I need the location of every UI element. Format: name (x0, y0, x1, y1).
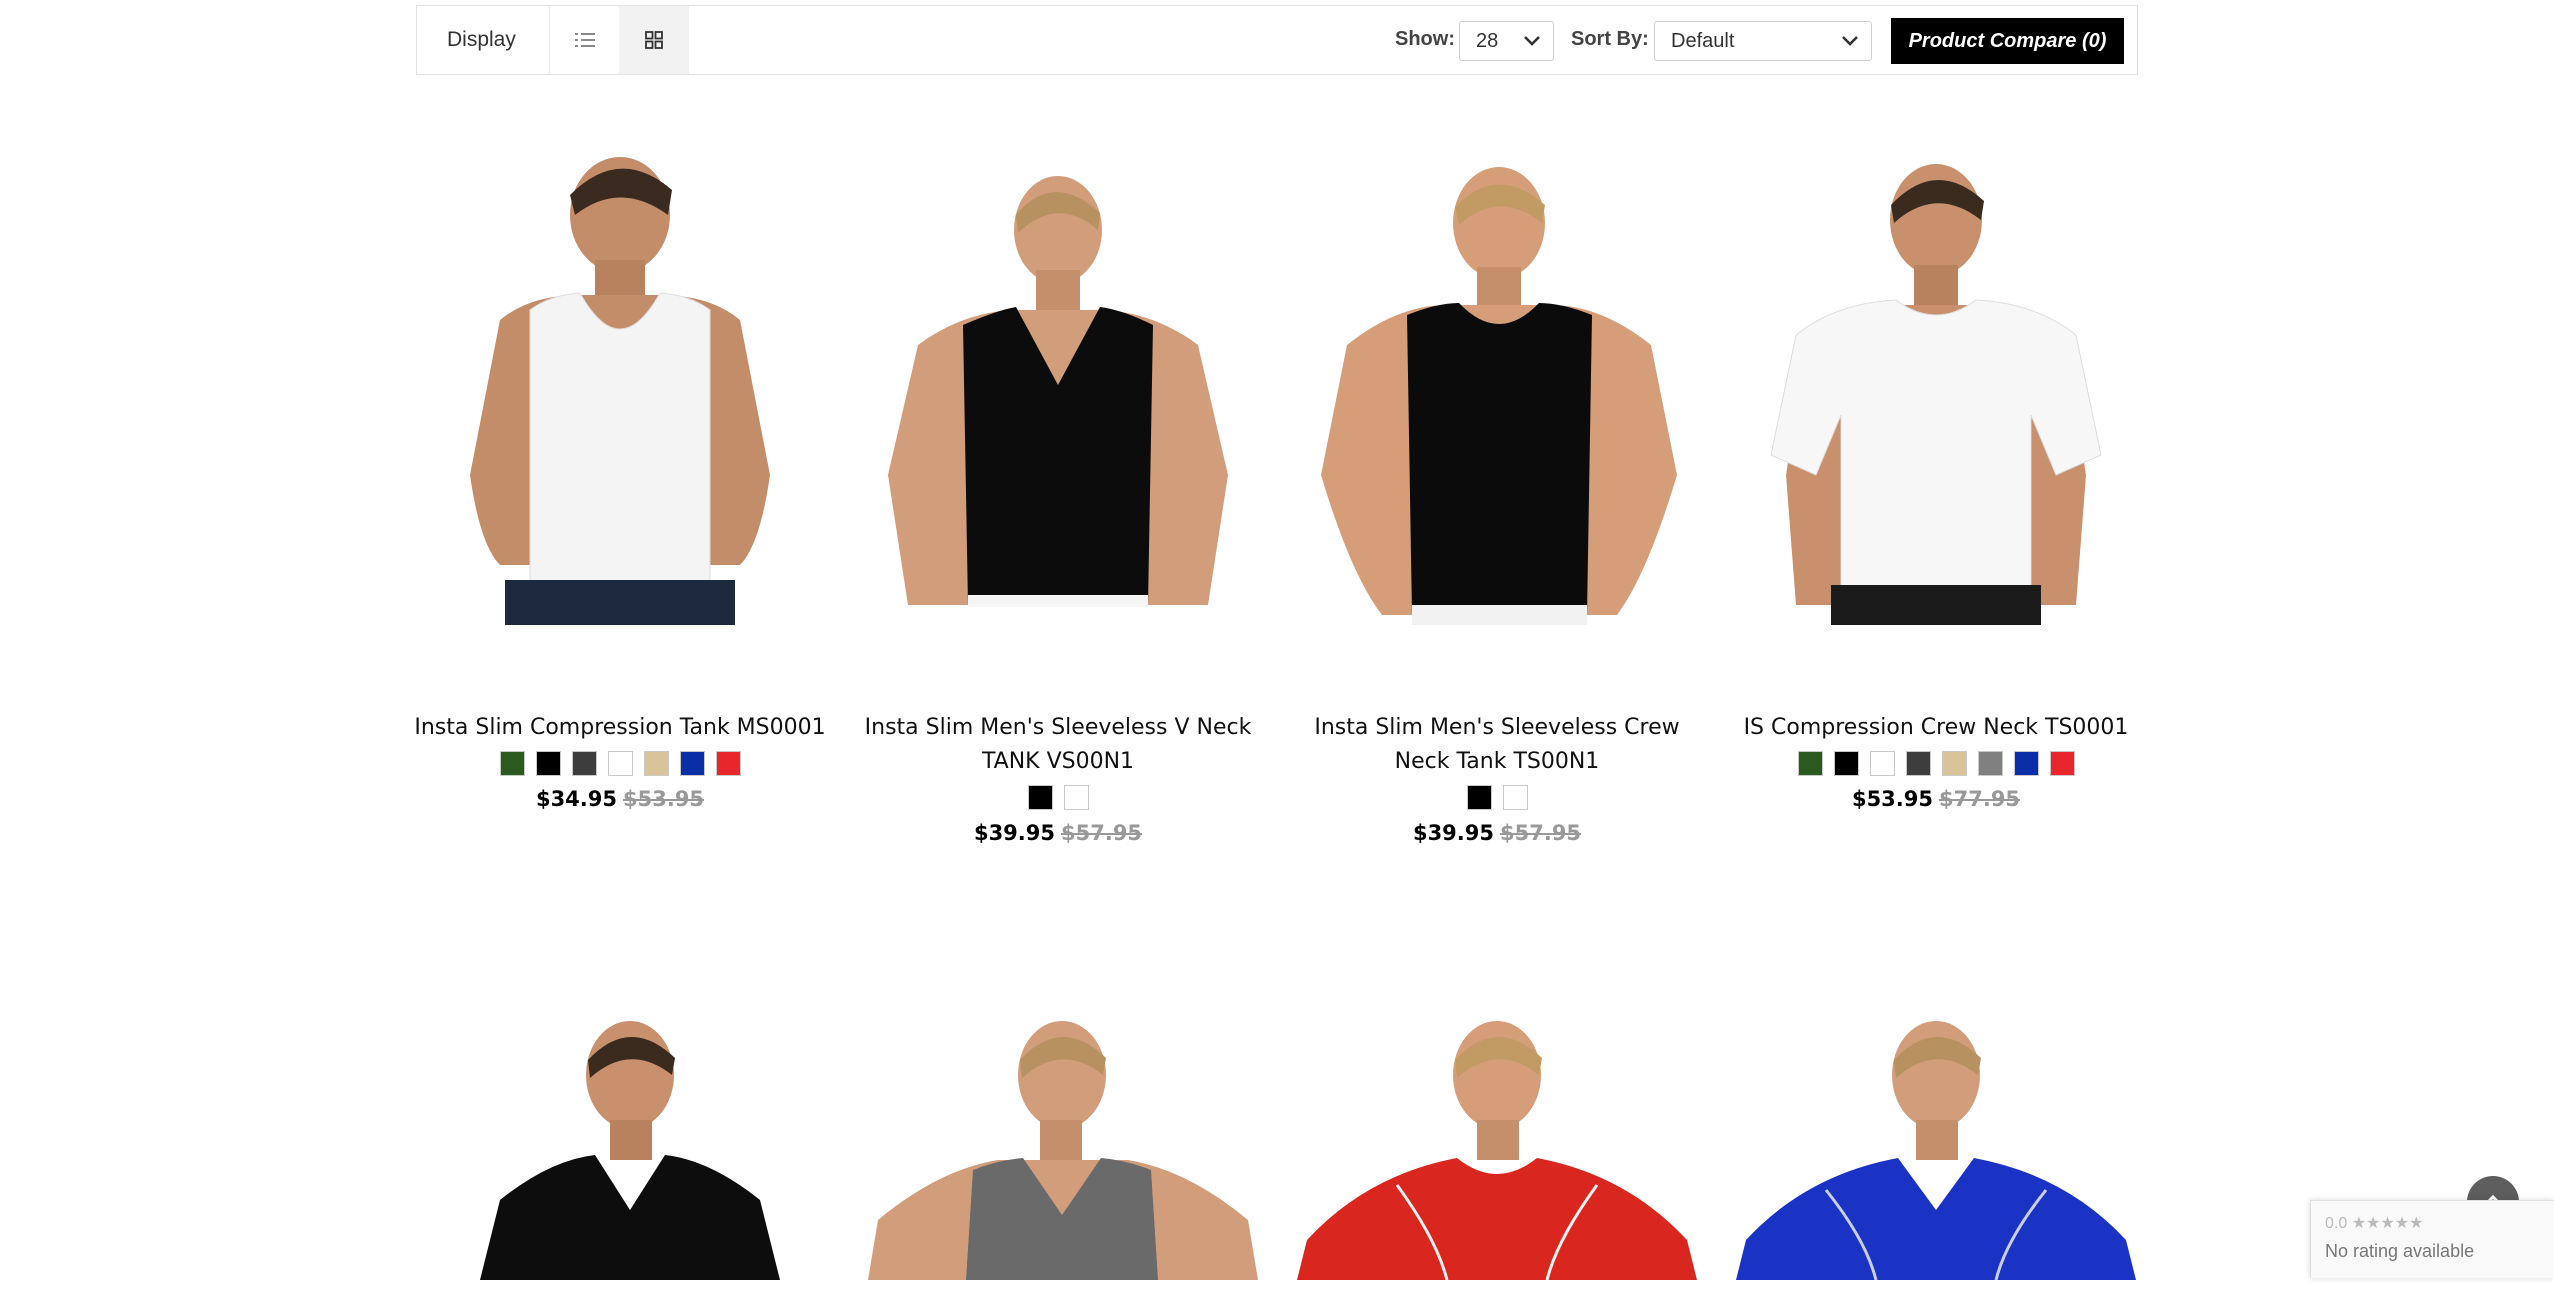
color-swatch[interactable] (2013, 751, 2039, 776)
current-price: $53.95 (1851, 787, 1933, 811)
color-swatches (1287, 785, 1707, 810)
color-swatch[interactable] (1466, 785, 1492, 810)
color-swatch[interactable] (1977, 751, 2003, 776)
product-image[interactable] (1726, 145, 2146, 625)
display-label: Display (447, 28, 516, 51)
product-card: Insta Slim Compression Tank MS0001 $34.9… (410, 145, 830, 845)
product-toolbar: Display Show: 28 Sort By: Default Produc… (416, 5, 2138, 75)
product-card: Insta Slim Men's Sleeveless Crew Neck Ta… (1287, 145, 1707, 845)
product-image[interactable] (848, 1000, 1268, 1300)
color-swatches (848, 785, 1268, 810)
color-swatch[interactable] (1502, 785, 1528, 810)
product-name[interactable]: Insta Slim Compression Tank MS0001 (410, 711, 830, 745)
show-select[interactable]: 28 (1459, 21, 1554, 61)
color-swatch[interactable] (1941, 751, 1967, 776)
product-image[interactable] (420, 1000, 840, 1300)
product-price: $53.95 $77.95 (1726, 787, 2146, 811)
color-swatch[interactable] (715, 751, 741, 776)
color-swatch[interactable] (499, 751, 525, 776)
sort-label: Sort By: (1571, 28, 1649, 50)
old-price: $57.95 (1500, 821, 1582, 845)
product-image[interactable] (848, 145, 1268, 625)
product-card: IS Compression Crew Neck TS0001 $53.95 $7… (1726, 145, 2146, 845)
product-name[interactable]: Insta Slim Men's Sleeveless V Neck TANK … (848, 711, 1268, 779)
color-swatch[interactable] (1905, 751, 1931, 776)
product-price: $34.95 $53.95 (410, 787, 830, 811)
product-card: Insta Slim Men's Sleeveless V Neck TANK … (848, 145, 1268, 845)
color-swatch[interactable] (535, 751, 561, 776)
current-price: $39.95 (973, 821, 1055, 845)
old-price: $77.95 (1939, 787, 2021, 811)
color-swatch[interactable] (679, 751, 705, 776)
show-label: Show: (1395, 28, 1455, 50)
old-price: $57.95 (1061, 821, 1143, 845)
color-swatch[interactable] (1833, 751, 1859, 776)
color-swatch[interactable] (1063, 785, 1089, 810)
color-swatch[interactable] (2049, 751, 2075, 776)
product-name[interactable]: Insta Slim Men's Sleeveless Crew Neck Ta… (1287, 711, 1707, 779)
product-price: $39.95 $57.95 (848, 821, 1268, 845)
color-swatch[interactable] (1797, 751, 1823, 776)
color-swatch[interactable] (1027, 785, 1053, 810)
product-price: $39.95 $57.95 (1287, 821, 1707, 845)
color-swatch[interactable] (571, 751, 597, 776)
product-image[interactable] (1287, 1000, 1707, 1300)
current-price: $34.95 (535, 787, 617, 811)
list-view-button[interactable] (549, 6, 620, 74)
rating-stars: 0.0 ★★★★★ (2325, 1215, 2424, 1232)
product-image[interactable] (410, 145, 830, 625)
sort-select-value: Default (1671, 30, 1735, 52)
old-price: $53.95 (623, 787, 705, 811)
current-price: $39.95 (1412, 821, 1494, 845)
color-swatch[interactable] (1869, 751, 1895, 776)
chevron-down-icon (1842, 36, 1858, 46)
product-image[interactable] (1287, 145, 1707, 625)
product-compare-button[interactable]: Product Compare (0) (1891, 18, 2124, 64)
chevron-down-icon (1524, 36, 1540, 46)
grid-icon (645, 31, 663, 49)
rating-text: No rating available (2325, 1241, 2475, 1261)
color-swatches (1726, 751, 2146, 776)
color-swatch[interactable] (607, 751, 633, 776)
show-select-value: 28 (1476, 30, 1499, 52)
product-name[interactable]: IS Compression Crew Neck TS0001 (1726, 711, 2146, 745)
color-swatches (410, 751, 830, 776)
product-image[interactable] (1726, 1000, 2146, 1300)
rating-badge[interactable]: 0.0 ★★★★★ No rating available (2310, 1200, 2554, 1278)
color-swatch[interactable] (643, 751, 669, 776)
grid-view-button[interactable] (619, 6, 689, 74)
list-icon (575, 33, 595, 47)
sort-select[interactable]: Default (1654, 21, 1872, 61)
